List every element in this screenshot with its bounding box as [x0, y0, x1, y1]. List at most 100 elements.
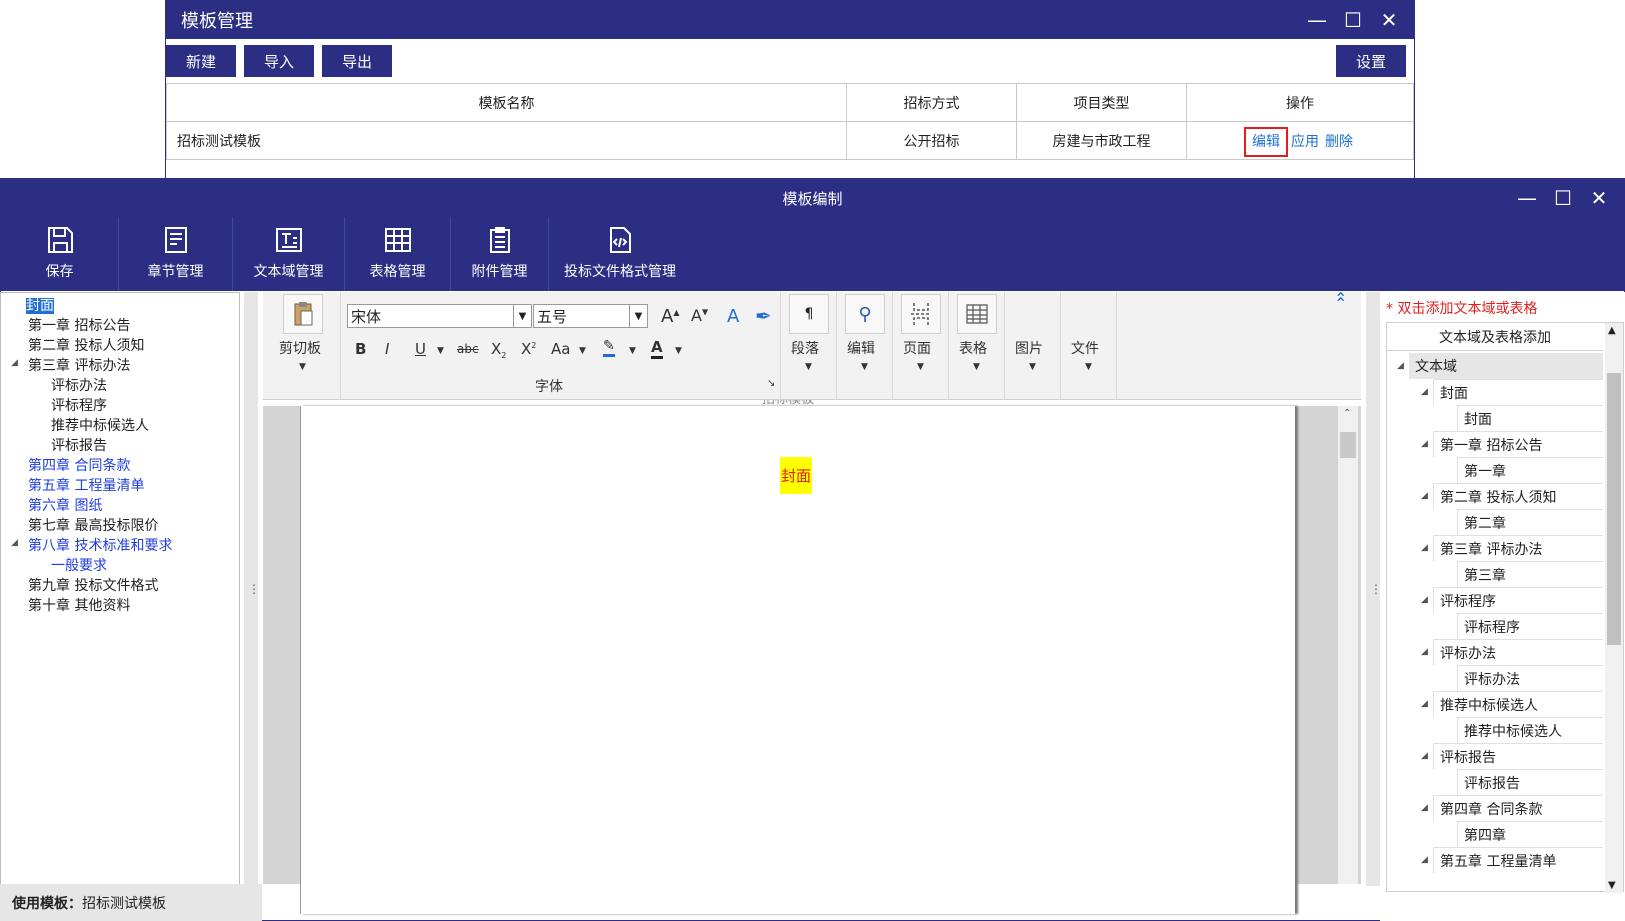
minimize-icon[interactable]: —: [1516, 186, 1538, 210]
maximize-icon[interactable]: ☐: [1342, 8, 1364, 32]
tree-node[interactable]: 封面: [1433, 379, 1603, 405]
document-scrollbar[interactable]: ⌃: [1338, 406, 1358, 884]
close-icon[interactable]: ✕: [1378, 8, 1400, 32]
delete-link[interactable]: 删除: [1325, 134, 1353, 150]
tree-item[interactable]: 一般要求: [51, 555, 107, 575]
tree-root[interactable]: 文本域: [1409, 353, 1603, 379]
tree-node[interactable]: 评标办法: [1433, 639, 1603, 665]
chevron-down-icon[interactable]: ▼: [629, 346, 636, 356]
right-splitter[interactable]: ⋮: [1366, 292, 1382, 886]
tree-item[interactable]: 第七章 最高投标限价: [28, 515, 158, 535]
tree-leaf[interactable]: 推荐中标候选人: [1457, 717, 1603, 743]
chevron-down-icon[interactable]: ▼: [1029, 362, 1036, 372]
expand-arrow-icon[interactable]: ◢: [1421, 699, 1428, 709]
tree-node[interactable]: 第五章 工程量清单: [1433, 847, 1603, 873]
expand-arrow-icon[interactable]: ◢: [11, 358, 18, 368]
tree-item[interactable]: 评标办法: [51, 375, 107, 395]
expand-arrow-icon[interactable]: ◢: [1421, 647, 1428, 657]
tree-leaf[interactable]: 封面: [1457, 405, 1603, 431]
save-button[interactable]: 保存: [1, 217, 119, 291]
edit-label[interactable]: 编辑: [847, 338, 875, 358]
chevron-down-icon[interactable]: ▼: [299, 362, 306, 372]
tree-node[interactable]: 评标程序: [1433, 587, 1603, 613]
chevron-down-icon[interactable]: ▼: [675, 346, 682, 356]
expand-arrow-icon[interactable]: ◢: [1421, 491, 1428, 501]
bold-button[interactable]: B: [355, 340, 366, 358]
tree-leaf[interactable]: 第四章: [1457, 821, 1603, 847]
chevron-down-icon[interactable]: ▼: [629, 305, 647, 327]
underline-button[interactable]: U: [415, 340, 426, 358]
chevron-down-icon[interactable]: ▼: [973, 362, 980, 372]
search-icon[interactable]: ⚲: [845, 294, 885, 334]
chevron-down-icon[interactable]: ▼: [579, 346, 586, 356]
import-button[interactable]: 导入: [244, 45, 315, 77]
maximize-icon[interactable]: ☐: [1552, 186, 1574, 210]
expand-arrow-icon[interactable]: ◢: [1421, 387, 1428, 397]
font-color-icon[interactable]: A: [651, 338, 663, 359]
tree-item[interactable]: 第一章 招标公告: [28, 315, 130, 335]
bid-format-manage-button[interactable]: 投标文件格式管理: [549, 217, 691, 291]
chevron-down-icon[interactable]: ▼: [861, 362, 868, 372]
tree-leaf[interactable]: 评标报告: [1457, 769, 1603, 795]
chevron-down-icon[interactable]: ▼: [805, 362, 812, 372]
tree-item[interactable]: 推荐中标候选人: [51, 415, 149, 435]
tree-item[interactable]: 第四章 合同条款: [28, 455, 130, 475]
font-name-select[interactable]: 宋体 ▼: [347, 304, 532, 328]
tree-item[interactable]: 第九章 投标文件格式: [28, 575, 158, 595]
tree-leaf[interactable]: 评标办法: [1457, 665, 1603, 691]
table-manage-button[interactable]: 表格管理: [345, 217, 451, 291]
dialog-launcher-icon[interactable]: ↘: [767, 378, 775, 389]
chevron-down-icon[interactable]: ▼: [513, 305, 531, 327]
scroll-down-icon[interactable]: ▼: [1608, 880, 1616, 891]
expand-arrow-icon[interactable]: ◢: [1397, 361, 1404, 371]
tree-item[interactable]: 第十章 其他资料: [28, 595, 130, 615]
tree-node[interactable]: 第一章 招标公告: [1433, 431, 1603, 457]
tree-node[interactable]: 推荐中标候选人: [1433, 691, 1603, 717]
apply-link[interactable]: 应用: [1291, 134, 1319, 150]
tree-item[interactable]: 第二章 投标人须知: [28, 335, 144, 355]
expand-arrow-icon[interactable]: ◢: [1421, 595, 1428, 605]
table-row[interactable]: 招标测试模板 公开招标 房建与市政工程 编辑 应用 删除: [166, 121, 1414, 160]
close-icon[interactable]: ✕: [1588, 186, 1610, 210]
tree-item[interactable]: 第三章 评标办法: [28, 355, 130, 375]
tree-leaf[interactable]: 第三章: [1457, 561, 1603, 587]
tree-item[interactable]: 评标报告: [51, 435, 107, 455]
clear-format-icon[interactable]: A: [727, 306, 739, 327]
scroll-thumb[interactable]: [1340, 432, 1356, 458]
collapse-ribbon-icon[interactable]: ⌃ ⌃: [1334, 289, 1347, 327]
page-label[interactable]: 页面: [903, 338, 931, 358]
file-label[interactable]: 文件: [1071, 338, 1099, 358]
paragraph-label[interactable]: 段落: [791, 338, 819, 358]
subscript-icon[interactable]: X2: [491, 340, 506, 360]
tree-leaf[interactable]: 第一章: [1457, 457, 1603, 483]
page-break-icon[interactable]: [901, 294, 941, 334]
clipboard-label[interactable]: 剪切板: [279, 338, 321, 358]
expand-arrow-icon[interactable]: ◢: [1421, 439, 1428, 449]
cover-field[interactable]: 封面: [780, 457, 813, 494]
table-label[interactable]: 表格: [959, 338, 987, 358]
expand-arrow-icon[interactable]: ◢: [11, 538, 18, 548]
expand-arrow-icon[interactable]: ◢: [1421, 855, 1428, 865]
chapter-manage-button[interactable]: 章节管理: [119, 217, 233, 291]
grow-font-icon[interactable]: A▲: [661, 306, 679, 327]
left-splitter[interactable]: ⋮: [244, 292, 260, 886]
tree-node[interactable]: 第四章 合同条款: [1433, 795, 1603, 821]
attachment-manage-button[interactable]: 附件管理: [451, 217, 549, 291]
export-button[interactable]: 导出: [322, 45, 393, 77]
scroll-thumb[interactable]: [1607, 373, 1621, 645]
chevron-down-icon[interactable]: ▼: [917, 362, 924, 372]
strikethrough-button[interactable]: abc: [457, 342, 479, 356]
shrink-font-icon[interactable]: A▼: [691, 306, 708, 325]
tree-node[interactable]: 第三章 评标办法: [1433, 535, 1603, 561]
panel-scrollbar[interactable]: ▲ ▼: [1605, 323, 1623, 893]
paste-icon[interactable]: [283, 294, 323, 334]
edit-link[interactable]: 编辑: [1252, 134, 1280, 150]
highlight-icon[interactable]: ✎: [603, 338, 615, 357]
expand-arrow-icon[interactable]: ◢: [1421, 543, 1428, 553]
chevron-down-icon[interactable]: ▼: [437, 346, 444, 356]
tree-node[interactable]: 评标报告: [1433, 743, 1603, 769]
tree-item[interactable]: 评标程序: [51, 395, 107, 415]
tree-leaf[interactable]: 第二章: [1457, 509, 1603, 535]
image-label[interactable]: 图片: [1015, 338, 1043, 358]
italic-button[interactable]: I: [385, 340, 389, 358]
